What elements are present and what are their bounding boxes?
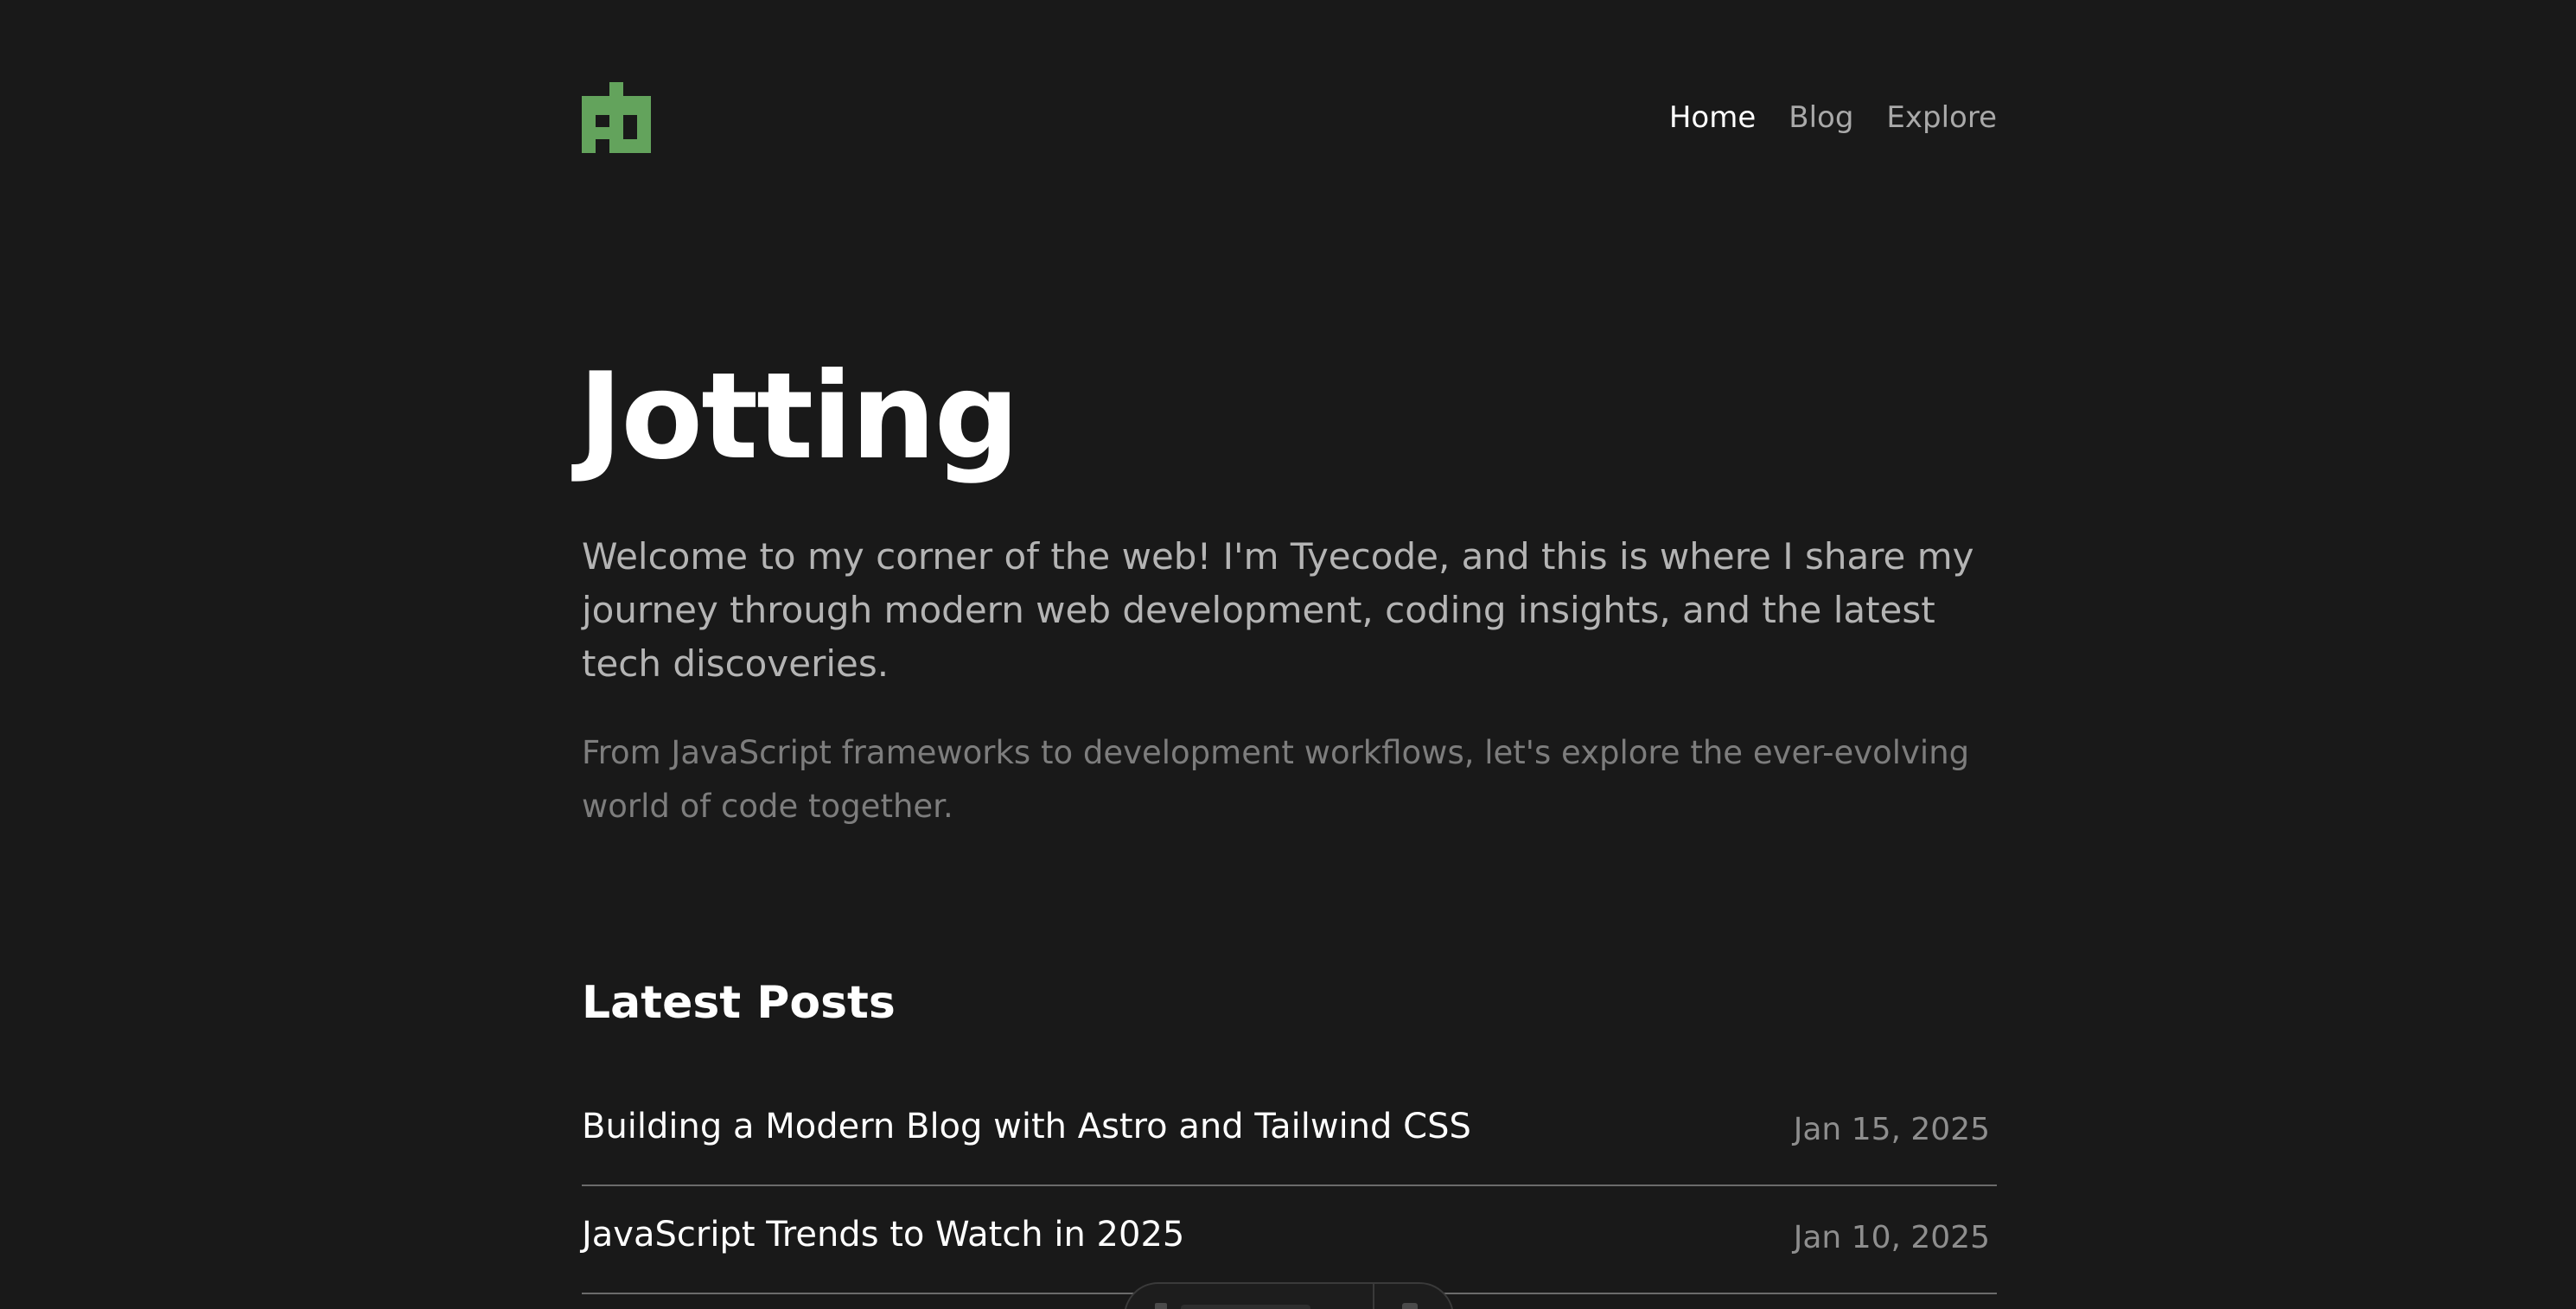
post-list: Building a Modern Blog with Astro and Ta…	[582, 1078, 1997, 1294]
logo-icon	[582, 82, 651, 153]
toolbar-divider	[1373, 1284, 1374, 1309]
nav-explore-link[interactable]: Explore	[1886, 97, 1997, 138]
toolbar-search-button[interactable]	[1155, 1299, 1354, 1309]
nav-home-link[interactable]: Home	[1669, 97, 1756, 138]
hero-title: Jotting	[578, 347, 1019, 486]
post-title[interactable]: Building a Modern Blog with Astro and Ta…	[582, 1104, 1471, 1149]
post-date: Jan 10, 2025	[1793, 1220, 1990, 1255]
hero-intro-text: Welcome to my corner of the web! I'm Tye…	[582, 535, 1974, 685]
toolbar-theme-button[interactable]	[1390, 1299, 1433, 1309]
toolbar-search-label	[1181, 1305, 1310, 1309]
post-date: Jan 15, 2025	[1793, 1112, 1990, 1147]
theme-icon	[1402, 1303, 1418, 1309]
nav-blog-link[interactable]: Blog	[1789, 97, 1853, 138]
main-nav: Home Blog Explore	[1669, 97, 1997, 138]
floating-toolbar	[1124, 1282, 1454, 1309]
latest-posts-heading: Latest Posts	[582, 977, 896, 1029]
post-list-item[interactable]: JavaScript Trends to Watch in 2025 Jan 1…	[582, 1186, 1997, 1294]
search-icon	[1155, 1303, 1167, 1309]
site-logo[interactable]	[582, 82, 651, 153]
post-title[interactable]: JavaScript Trends to Watch in 2025	[582, 1212, 1184, 1257]
site-header: Home Blog Explore	[582, 0, 1997, 233]
hero-subtext: From JavaScript frameworks to developmen…	[582, 734, 1970, 825]
post-list-item[interactable]: Building a Modern Blog with Astro and Ta…	[582, 1078, 1997, 1186]
